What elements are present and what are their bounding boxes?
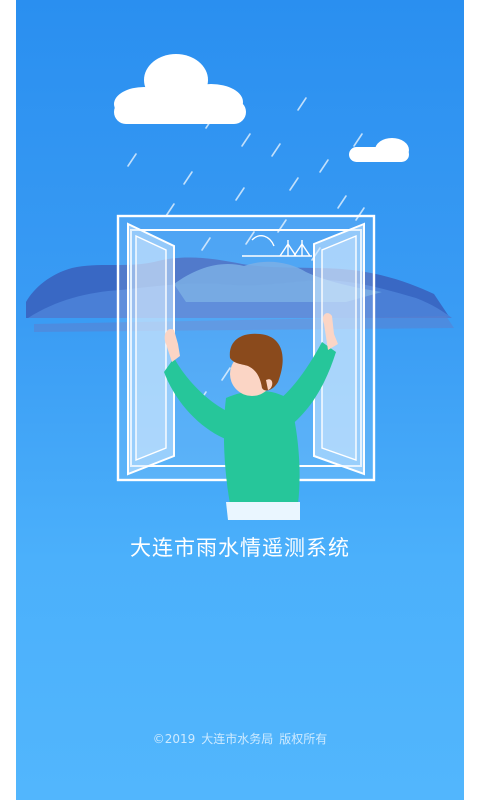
copyright-year: ©2019: [152, 732, 196, 746]
screen-edge-left: [0, 0, 16, 800]
rights-text: 版权所有: [279, 732, 328, 746]
splash-illustration: [26, 54, 454, 520]
copyright-footer: ©2019 大连市水务局 版权所有: [16, 730, 464, 747]
cloud-icon: [349, 138, 409, 162]
app-title: 大连市雨水情遥测系统: [130, 536, 350, 560]
splash-screen: 大连市雨水情遥测系统 ©2019 大连市水务局 版权所有: [16, 0, 464, 800]
cloud-icon: [114, 54, 246, 124]
screen-edge-right: [464, 0, 480, 800]
organization-name: 大连市水务局: [201, 732, 274, 746]
